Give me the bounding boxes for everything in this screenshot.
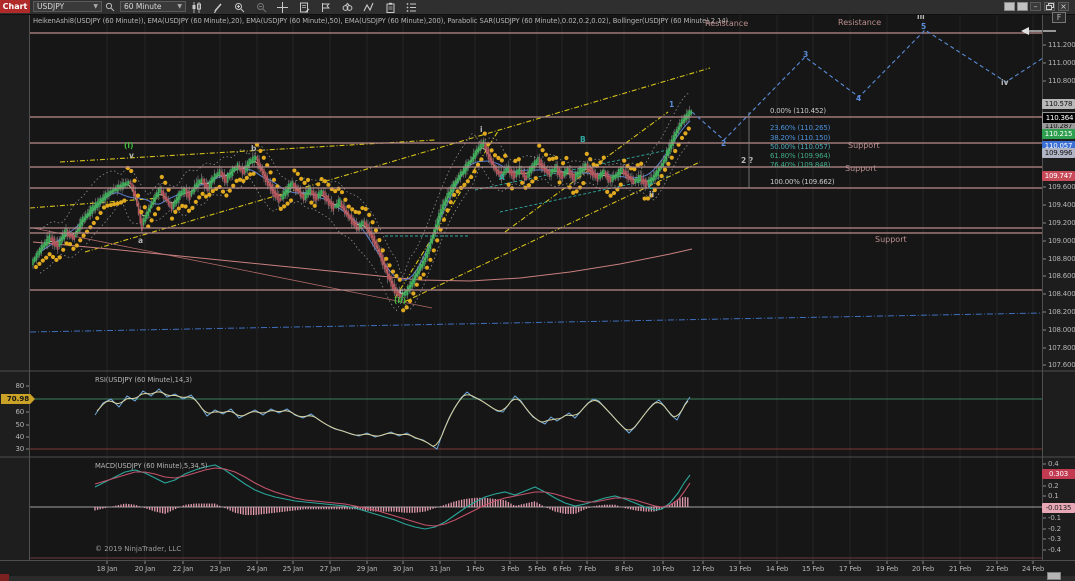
zoom-in-icon — [234, 2, 245, 13]
minimize-button[interactable]: – — [1030, 2, 1041, 11]
search-icon — [105, 2, 115, 12]
line-chart-button[interactable] — [360, 1, 377, 13]
close-button[interactable]: × — [1058, 2, 1069, 11]
link-button-2[interactable] — [1017, 2, 1028, 11]
ninjatrader-window: { "window": { "tab_label": "Chart", "ins… — [0, 0, 1075, 581]
chart-canvas[interactable] — [0, 0, 1075, 581]
interval-value: 60 Minute — [124, 2, 162, 11]
candlestick-icon — [191, 2, 202, 13]
price-marker-icon — [320, 2, 331, 13]
link-button-1[interactable] — [1004, 2, 1015, 11]
instrument-value: USDJPY — [37, 2, 64, 11]
snapshot-button[interactable] — [339, 1, 356, 13]
toolbar: Chart USDJPY ▼ 60 Minute ▼ – × — [0, 0, 1075, 15]
notes-button[interactable] — [296, 1, 313, 13]
interval-selector[interactable]: 60 Minute ▼ — [120, 1, 186, 12]
candlestick-button[interactable] — [188, 1, 205, 13]
price-marker-button[interactable] — [317, 1, 334, 13]
restore-button[interactable] — [1044, 2, 1055, 11]
tab-chart[interactable]: Chart — [0, 0, 30, 13]
notes-icon — [299, 2, 310, 13]
restore-icon — [1046, 3, 1054, 10]
search-button[interactable] — [103, 1, 117, 13]
list-icon — [406, 2, 417, 13]
instrument-selector[interactable]: USDJPY ▼ — [33, 1, 102, 12]
crosshair-button[interactable] — [274, 1, 291, 13]
line-chart-icon — [363, 2, 374, 13]
f-button[interactable]: F — [1052, 12, 1066, 23]
zoom-in-button[interactable] — [231, 1, 248, 13]
chevron-down-icon: ▼ — [93, 3, 98, 10]
pencil-button[interactable] — [210, 1, 227, 13]
pencil-icon — [213, 2, 224, 13]
crosshair-icon — [277, 2, 288, 13]
snapshot-icon — [342, 2, 353, 13]
clipboard-button[interactable] — [382, 1, 399, 13]
list-button[interactable] — [403, 1, 420, 13]
chevron-down-icon: ▼ — [177, 3, 182, 10]
clipboard-icon — [385, 2, 396, 13]
zoom-out-button[interactable] — [253, 1, 270, 13]
zoom-out-icon — [256, 2, 267, 13]
